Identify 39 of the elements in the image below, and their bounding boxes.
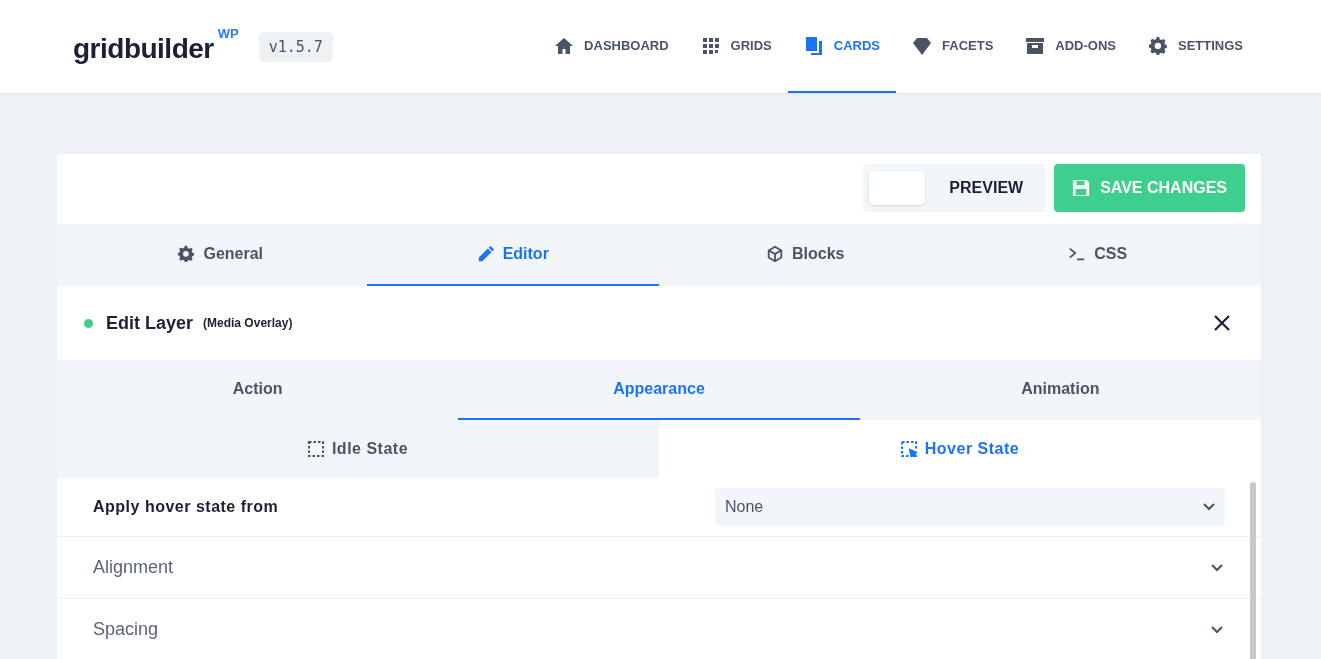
layer-title: Edit Layer	[106, 312, 194, 334]
settings-icon	[1148, 35, 1168, 56]
preview-toggle[interactable]: PREVIEW	[863, 164, 1046, 212]
tab[interactable]: Blocks	[659, 224, 952, 286]
grid-icon	[700, 35, 721, 56]
tab[interactable]: Idle State	[57, 420, 659, 478]
scrollbar[interactable]	[1250, 482, 1256, 659]
chevron-down-icon	[1211, 563, 1223, 572]
tab[interactable]: Editor	[366, 224, 659, 286]
archive-icon	[1025, 35, 1046, 56]
pencil-icon	[476, 245, 495, 263]
dashed-square-icon	[307, 441, 324, 457]
close-icon[interactable]	[1213, 314, 1231, 332]
field-label: Apply hover state from	[93, 498, 279, 516]
select-field[interactable]: None	[715, 488, 1225, 526]
nav-link[interactable]: GRIDS	[684, 0, 788, 93]
tab[interactable]: Animation	[859, 360, 1261, 420]
status-dot	[84, 318, 93, 328]
cube-icon	[766, 245, 784, 263]
tab[interactable]: CSS	[951, 224, 1244, 286]
tab[interactable]: Action	[57, 360, 459, 420]
version-badge: v1.5.7	[258, 31, 333, 62]
nav-link[interactable]: ADD-ONS	[1009, 0, 1132, 93]
dashed-square-cursor-icon	[900, 441, 917, 457]
layer-context: (Media Overlay)	[203, 316, 293, 330]
logo-superscript: WP	[217, 26, 239, 41]
nav-link[interactable]: DASHBOARD	[538, 0, 685, 93]
cards-icon	[803, 35, 824, 56]
home-icon	[554, 35, 575, 56]
terminal-icon	[1068, 245, 1087, 263]
chevron-down-icon	[1211, 625, 1223, 634]
nav-link[interactable]: SETTINGS	[1132, 0, 1243, 93]
tab[interactable]: General	[74, 224, 367, 286]
diamond-icon	[912, 35, 932, 56]
chevron-down-icon	[1203, 503, 1215, 511]
nav-link[interactable]: CARDS	[787, 0, 896, 93]
logo-wordmark: gridbuilder	[73, 32, 214, 65]
nav-link[interactable]: FACETS	[896, 0, 1010, 93]
settings-icon	[177, 245, 196, 263]
